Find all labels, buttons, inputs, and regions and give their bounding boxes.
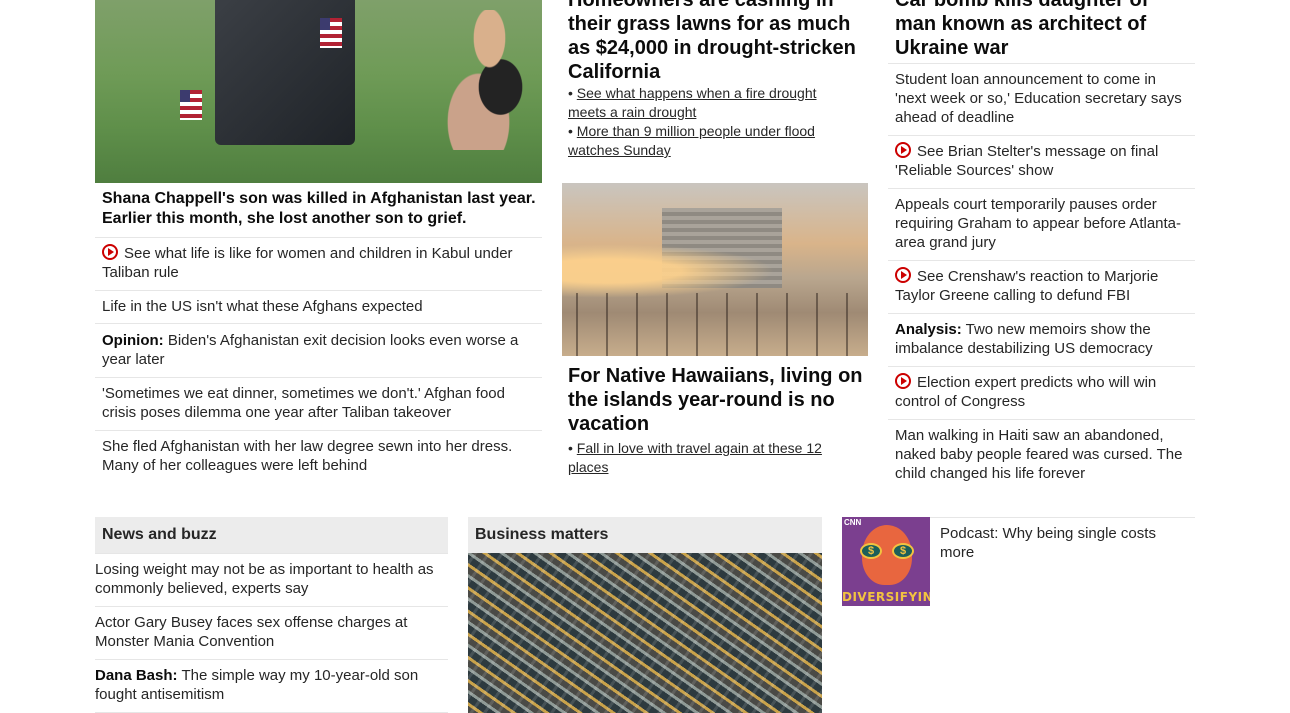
- related-link-1[interactable]: See what happens when a fire drought mee…: [568, 85, 817, 120]
- story-text: See what life is like for women and chil…: [102, 245, 513, 281]
- section-header-business[interactable]: Business matters: [468, 517, 822, 553]
- story-link-7[interactable]: See Brian Stelter's message on final 'Re…: [895, 142, 1187, 180]
- divider: [95, 659, 448, 660]
- batteries-image[interactable]: [468, 553, 822, 713]
- related-link-2[interactable]: More than 9 million people under flood w…: [568, 123, 815, 158]
- divider: [888, 419, 1195, 420]
- related-link-travel[interactable]: Fall in love with travel again at these …: [568, 440, 822, 475]
- divider: [95, 553, 448, 554]
- story-link-12[interactable]: Man walking in Haiti saw an abandoned, n…: [895, 426, 1190, 483]
- beach-crowd: [562, 293, 868, 356]
- buzz-link-1[interactable]: Losing weight may not be as important to…: [95, 560, 445, 598]
- lead-image-grave[interactable]: [95, 0, 542, 183]
- story-text: Biden's Afghanistan exit decision looks …: [102, 332, 519, 368]
- story-link-4[interactable]: 'Sometimes we eat dinner, sometimes we d…: [102, 384, 532, 422]
- related-links: • See what happens when a fire drought m…: [568, 85, 817, 158]
- video-play-icon: [895, 373, 911, 389]
- story-link-5[interactable]: She fled Afghanistan with her law degree…: [102, 437, 532, 475]
- divider: [95, 377, 542, 378]
- podcast-cover-art[interactable]: CNN $ $ DIVERSIFYING: [842, 517, 930, 606]
- us-flag-icon: [180, 90, 202, 120]
- divider: [95, 237, 542, 238]
- divider: [95, 290, 542, 291]
- story-link-1[interactable]: See what life is like for women and chil…: [102, 244, 532, 282]
- story-link-3[interactable]: Opinion: Biden's Afghanistan exit decisi…: [102, 331, 532, 369]
- us-flag-icon: [320, 18, 342, 48]
- cnn-logo: CNN: [844, 518, 862, 527]
- story-prefix: Analysis:: [895, 321, 962, 338]
- lens-right: $: [892, 543, 914, 559]
- divider: [888, 260, 1195, 261]
- story-prefix: Dana Bash:: [95, 667, 178, 684]
- top-headline-link[interactable]: Homeowners are cashing in their grass la…: [568, 0, 866, 84]
- video-play-icon: [895, 142, 911, 158]
- lead-headline-link[interactable]: Shana Chappell's son was killed in Afgha…: [102, 189, 537, 229]
- buzz-link-3[interactable]: Dana Bash: The simple way my 10-year-old…: [95, 666, 445, 704]
- divider: [888, 188, 1195, 189]
- dollar-glasses-icon: $ $: [860, 543, 914, 559]
- story-link-6[interactable]: Student loan announcement to come in 'ne…: [895, 70, 1187, 127]
- divider: [95, 323, 542, 324]
- story-text: Election expert predicts who will win co…: [895, 374, 1157, 410]
- story-text: See Crenshaw's reaction to Marjorie Tayl…: [895, 268, 1159, 304]
- divider: [888, 135, 1195, 136]
- story-link-8[interactable]: Appeals court temporarily pauses order r…: [895, 195, 1187, 252]
- hawaii-headline-link[interactable]: For Native Hawaiians, living on the isla…: [568, 364, 866, 436]
- ukraine-headline-link[interactable]: Car bomb kills daughter of man known as …: [895, 0, 1185, 60]
- podcast-link[interactable]: Podcast: Why being single costs more: [940, 524, 1185, 562]
- story-link-2[interactable]: Life in the US isn't what these Afghans …: [102, 297, 532, 316]
- hawaii-beach-image[interactable]: [562, 183, 868, 356]
- story-link-11[interactable]: Election expert predicts who will win co…: [895, 373, 1187, 411]
- divider: [888, 63, 1195, 64]
- buzz-link-2[interactable]: Actor Gary Busey faces sex offense charg…: [95, 613, 445, 651]
- video-play-icon: [102, 244, 118, 260]
- story-text: See Brian Stelter's message on final 'Re…: [895, 143, 1159, 179]
- story-link-10[interactable]: Analysis: Two new memoirs show the imbal…: [895, 320, 1187, 358]
- podcast-art-title: DIVERSIFYING: [842, 590, 930, 604]
- divider: [888, 313, 1195, 314]
- story-link-9[interactable]: See Crenshaw's reaction to Marjorie Tayl…: [895, 267, 1187, 305]
- woman-sitting: [440, 10, 542, 150]
- story-prefix: Opinion:: [102, 332, 164, 349]
- section-header-news-buzz[interactable]: News and buzz: [95, 517, 448, 553]
- video-play-icon: [895, 267, 911, 283]
- related-links: • Fall in love with travel again at thes…: [568, 440, 822, 475]
- lens-left: $: [860, 543, 882, 559]
- divider: [888, 366, 1195, 367]
- divider: [95, 606, 448, 607]
- divider: [95, 430, 542, 431]
